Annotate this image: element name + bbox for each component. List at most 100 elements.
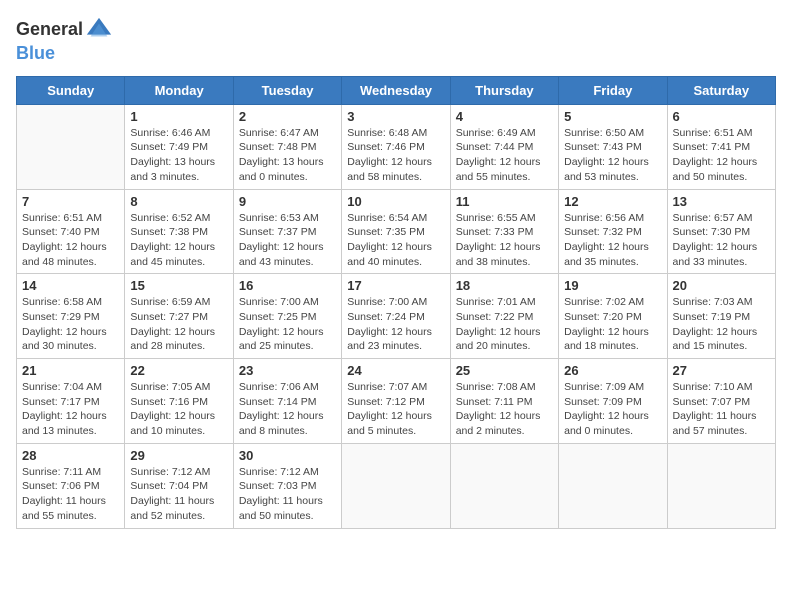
- calendar-cell: 18Sunrise: 7:01 AMSunset: 7:22 PMDayligh…: [450, 274, 558, 359]
- weekday-header-thursday: Thursday: [450, 76, 558, 104]
- day-info: Sunrise: 6:51 AMSunset: 7:40 PMDaylight:…: [22, 211, 119, 270]
- calendar-cell: 1Sunrise: 6:46 AMSunset: 7:49 PMDaylight…: [125, 104, 233, 189]
- day-number: 11: [456, 194, 553, 209]
- calendar-cell: 19 Sunrise: 7:02 AMSunset: 7:20 PMDayligh…: [559, 274, 667, 359]
- day-info: Sunrise: 7:09 AMSunset: 7:09 PMDaylight:…: [564, 380, 661, 439]
- day-info: Sunrise: 7:04 AMSunset: 7:17 PMDaylight:…: [22, 380, 119, 439]
- calendar-cell: 28 Sunrise: 7:11 AMSunset: 7:06 PMDayligh…: [17, 443, 125, 528]
- weekday-header-wednesday: Wednesday: [342, 76, 450, 104]
- calendar-cell: 2 Sunrise: 6:47 AMSunset: 7:48 PMDaylight…: [233, 104, 341, 189]
- day-number: 5: [564, 109, 661, 124]
- calendar-cell: 15Sunrise: 6:59 AMSunset: 7:27 PMDayligh…: [125, 274, 233, 359]
- day-info: Sunrise: 7:05 AMSunset: 7:16 PMDaylight:…: [130, 380, 227, 439]
- weekday-header-sunday: Sunday: [17, 76, 125, 104]
- calendar-cell: 22Sunrise: 7:05 AMSunset: 7:16 PMDayligh…: [125, 359, 233, 444]
- calendar-cell: 20 Sunrise: 7:03 AMSunset: 7:19 PMDayligh…: [667, 274, 775, 359]
- calendar-week-1: 1Sunrise: 6:46 AMSunset: 7:49 PMDaylight…: [17, 104, 776, 189]
- day-number: 23: [239, 363, 336, 378]
- weekday-header-monday: Monday: [125, 76, 233, 104]
- day-info: Sunrise: 6:56 AMSunset: 7:32 PMDaylight:…: [564, 211, 661, 270]
- day-info: Sunrise: 6:49 AMSunset: 7:44 PMDaylight:…: [456, 126, 553, 185]
- day-number: 19: [564, 278, 661, 293]
- calendar-cell: [450, 443, 558, 528]
- day-number: 27: [673, 363, 770, 378]
- calendar-week-4: 21Sunrise: 7:04 AMSunset: 7:17 PMDayligh…: [17, 359, 776, 444]
- day-info: Sunrise: 6:57 AMSunset: 7:30 PMDaylight:…: [673, 211, 770, 270]
- calendar-cell: 14 Sunrise: 6:58 AMSunset: 7:29 PMDayligh…: [17, 274, 125, 359]
- calendar-cell: [559, 443, 667, 528]
- day-info: Sunrise: 6:55 AMSunset: 7:33 PMDaylight:…: [456, 211, 553, 270]
- day-info: Sunrise: 6:48 AMSunset: 7:46 PMDaylight:…: [347, 126, 444, 185]
- day-info: Sunrise: 6:51 AMSunset: 7:41 PMDaylight:…: [673, 126, 770, 185]
- calendar-week-2: 7Sunrise: 6:51 AMSunset: 7:40 PMDaylight…: [17, 189, 776, 274]
- day-number: 3: [347, 109, 444, 124]
- weekday-header-friday: Friday: [559, 76, 667, 104]
- day-info: Sunrise: 7:10 AMSunset: 7:07 PMDaylight:…: [673, 380, 770, 439]
- weekday-header-tuesday: Tuesday: [233, 76, 341, 104]
- calendar-cell: [17, 104, 125, 189]
- calendar-cell: 6 Sunrise: 6:51 AMSunset: 7:41 PMDaylight…: [667, 104, 775, 189]
- calendar-week-5: 28 Sunrise: 7:11 AMSunset: 7:06 PMDayligh…: [17, 443, 776, 528]
- page-header: General Blue: [16, 16, 776, 64]
- calendar-cell: 30 Sunrise: 7:12 AMSunset: 7:03 PMDayligh…: [233, 443, 341, 528]
- day-info: Sunrise: 7:00 AMSunset: 7:25 PMDaylight:…: [239, 295, 336, 354]
- calendar-cell: [342, 443, 450, 528]
- day-info: Sunrise: 6:52 AMSunset: 7:38 PMDaylight:…: [130, 211, 227, 270]
- calendar-cell: 24Sunrise: 7:07 AMSunset: 7:12 PMDayligh…: [342, 359, 450, 444]
- weekday-header-saturday: Saturday: [667, 76, 775, 104]
- day-info: Sunrise: 7:12 AMSunset: 7:04 PMDaylight:…: [130, 465, 227, 524]
- calendar-cell: 7Sunrise: 6:51 AMSunset: 7:40 PMDaylight…: [17, 189, 125, 274]
- day-info: Sunrise: 6:54 AMSunset: 7:35 PMDaylight:…: [347, 211, 444, 270]
- day-number: 13: [673, 194, 770, 209]
- day-number: 2: [239, 109, 336, 124]
- calendar-cell: 26 Sunrise: 7:09 AMSunset: 7:09 PMDayligh…: [559, 359, 667, 444]
- day-info: Sunrise: 7:03 AMSunset: 7:19 PMDaylight:…: [673, 295, 770, 354]
- day-number: 30: [239, 448, 336, 463]
- day-number: 16: [239, 278, 336, 293]
- day-info: Sunrise: 7:11 AMSunset: 7:06 PMDaylight:…: [22, 465, 119, 524]
- logo-area: General Blue: [16, 16, 113, 64]
- day-info: Sunrise: 7:08 AMSunset: 7:11 PMDaylight:…: [456, 380, 553, 439]
- day-number: 8: [130, 194, 227, 209]
- calendar-cell: 23 Sunrise: 7:06 AMSunset: 7:14 PMDayligh…: [233, 359, 341, 444]
- calendar-cell: 27 Sunrise: 7:10 AMSunset: 7:07 PMDayligh…: [667, 359, 775, 444]
- day-number: 17: [347, 278, 444, 293]
- calendar-cell: 17 Sunrise: 7:00 AMSunset: 7:24 PMDayligh…: [342, 274, 450, 359]
- day-number: 9: [239, 194, 336, 209]
- day-number: 25: [456, 363, 553, 378]
- logo-blue-text: Blue: [16, 44, 55, 64]
- calendar-cell: 3 Sunrise: 6:48 AMSunset: 7:46 PMDaylight…: [342, 104, 450, 189]
- day-info: Sunrise: 6:58 AMSunset: 7:29 PMDaylight:…: [22, 295, 119, 354]
- calendar-table: SundayMondayTuesdayWednesdayThursdayFrid…: [16, 76, 776, 529]
- day-number: 26: [564, 363, 661, 378]
- calendar-cell: 10 Sunrise: 6:54 AMSunset: 7:35 PMDayligh…: [342, 189, 450, 274]
- calendar-cell: 5 Sunrise: 6:50 AMSunset: 7:43 PMDaylight…: [559, 104, 667, 189]
- calendar-cell: 25 Sunrise: 7:08 AMSunset: 7:11 PMDayligh…: [450, 359, 558, 444]
- day-number: 29: [130, 448, 227, 463]
- day-info: Sunrise: 7:01 AMSunset: 7:22 PMDaylight:…: [456, 295, 553, 354]
- calendar-week-3: 14 Sunrise: 6:58 AMSunset: 7:29 PMDayligh…: [17, 274, 776, 359]
- day-info: Sunrise: 7:12 AMSunset: 7:03 PMDaylight:…: [239, 465, 336, 524]
- calendar-cell: 9Sunrise: 6:53 AMSunset: 7:37 PMDaylight…: [233, 189, 341, 274]
- calendar-cell: 4 Sunrise: 6:49 AMSunset: 7:44 PMDaylight…: [450, 104, 558, 189]
- calendar-cell: 11 Sunrise: 6:55 AMSunset: 7:33 PMDayligh…: [450, 189, 558, 274]
- calendar-cell: 16 Sunrise: 7:00 AMSunset: 7:25 PMDayligh…: [233, 274, 341, 359]
- weekday-header-row: SundayMondayTuesdayWednesdayThursdayFrid…: [17, 76, 776, 104]
- day-number: 4: [456, 109, 553, 124]
- day-info: Sunrise: 6:59 AMSunset: 7:27 PMDaylight:…: [130, 295, 227, 354]
- day-number: 6: [673, 109, 770, 124]
- calendar-cell: 8 Sunrise: 6:52 AMSunset: 7:38 PMDaylight…: [125, 189, 233, 274]
- day-info: Sunrise: 6:47 AMSunset: 7:48 PMDaylight:…: [239, 126, 336, 185]
- day-number: 10: [347, 194, 444, 209]
- day-number: 14: [22, 278, 119, 293]
- day-info: Sunrise: 6:50 AMSunset: 7:43 PMDaylight:…: [564, 126, 661, 185]
- day-info: Sunrise: 7:00 AMSunset: 7:24 PMDaylight:…: [347, 295, 444, 354]
- day-info: Sunrise: 7:06 AMSunset: 7:14 PMDaylight:…: [239, 380, 336, 439]
- day-number: 20: [673, 278, 770, 293]
- logo-icon: [85, 16, 113, 44]
- day-info: Sunrise: 6:46 AMSunset: 7:49 PMDaylight:…: [130, 126, 227, 185]
- day-number: 28: [22, 448, 119, 463]
- day-info: Sunrise: 7:07 AMSunset: 7:12 PMDaylight:…: [347, 380, 444, 439]
- calendar-cell: 13 Sunrise: 6:57 AMSunset: 7:30 PMDayligh…: [667, 189, 775, 274]
- day-info: Sunrise: 7:02 AMSunset: 7:20 PMDaylight:…: [564, 295, 661, 354]
